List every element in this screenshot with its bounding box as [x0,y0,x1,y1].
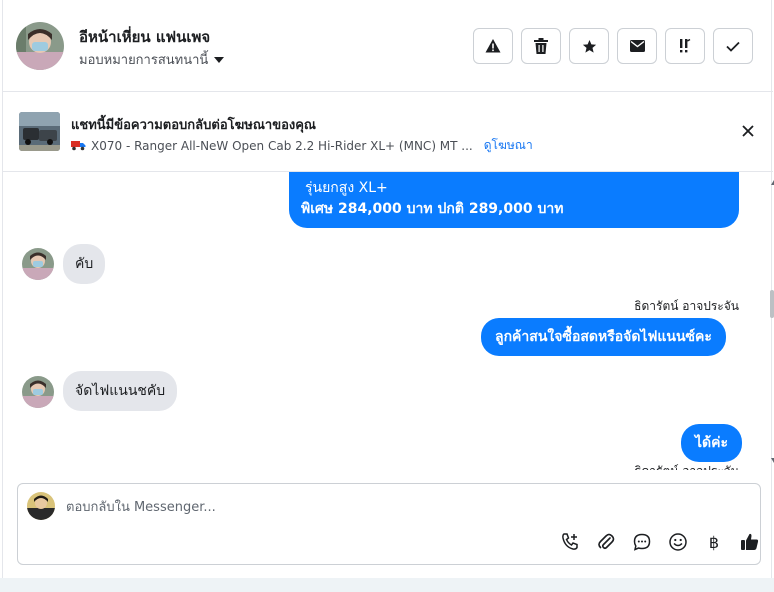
check-icon [726,41,740,52]
reply-input[interactable] [66,496,706,518]
incoming-message[interactable]: คับ [63,244,106,284]
view-ad-link[interactable]: ดูโฆษณา [484,136,533,155]
ad-name: X070 - Ranger All-NeW Open Cab 2.2 Hi-Ri… [91,138,473,153]
mark-unread-button[interactable] [617,28,657,64]
reply-composer: ฿ [17,483,761,565]
close-banner-button[interactable] [739,122,757,140]
incoming-message[interactable]: จัดไฟแนนชคับ [63,371,178,411]
header-actions [473,28,753,64]
star-icon [582,39,596,53]
sender-name: ธิดารัตน์ อาจประจัน [634,462,739,470]
like-button[interactable] [738,530,762,554]
saved-replies-button[interactable] [630,530,654,554]
trash-icon [534,38,548,54]
thumbs-up-icon [741,533,759,550]
outgoing-message[interactable]: ได้ค่ะ [681,424,743,462]
composer-tools: ฿ [558,530,762,554]
mark-done-button[interactable] [713,28,753,64]
call-button[interactable] [558,530,582,554]
baht-icon: ฿ [708,532,720,552]
assign-label: มอบหมายการสนทนานี้ [79,53,209,68]
emoji-button[interactable] [666,530,690,554]
smiley-icon [669,533,687,551]
attach-button[interactable] [594,530,618,554]
paperclip-icon [598,533,615,550]
sender-name: ธิดารัตน์ อาจประจัน [634,299,739,313]
warning-icon [485,39,501,53]
ad-info-row: X070 - Ranger All-NeW Open Cab 2.2 Hi-Ri… [71,136,533,155]
contact-avatar-small [22,376,54,408]
chat-bubble-icon [633,533,651,551]
report-button[interactable] [473,28,513,64]
close-icon [742,125,754,137]
ad-banner-title: แชทนี้มีข้อความตอบกลับต่อโฆษณาของคุณ [71,118,316,133]
outgoing-message[interactable]: รุ่นยกสูง XL+ พิเศษ 284,000 บาท ปกติ 289… [289,172,739,228]
contact-name[interactable]: อีหน้าเหี่ยน แฟนเพจ [79,25,210,49]
message-line: พิเศษ 284,000 บาท ปกติ 289,000 บาท [301,201,564,217]
delete-button[interactable] [521,28,561,64]
phone-plus-icon [562,533,578,550]
truck-icon [71,141,86,151]
envelope-icon [629,40,645,52]
ad-thumbnail[interactable] [19,112,60,151]
contact-avatar-small [22,248,54,280]
conversation-header: อีหน้าเหี่ยน แฟนเพจ มอบหมายการสนทนานี้ [3,0,773,92]
contact-avatar[interactable] [16,22,64,70]
follow-up-button[interactable] [665,28,705,64]
message-line: รุ่นยกสูง XL+ [305,180,388,196]
conversation-scrollbar[interactable] [770,290,774,318]
page-avatar [27,492,55,520]
outgoing-message[interactable]: ลูกค้าสนใจซื้อสดหรือจัดไฟแนนซ์คะ [481,318,726,356]
ad-reply-banner: แชทนี้มีข้อความตอบกลับต่อโฆษณาของคุณ X07… [3,92,773,172]
payment-button[interactable]: ฿ [702,530,726,554]
star-button[interactable] [569,28,609,64]
conversation-panel: อีหน้าเหี่ยน แฟนเพจ มอบหมายการสนทนานี้ แ… [2,0,774,578]
assign-conversation-dropdown[interactable]: มอบหมายการสนทนานี้ [79,49,225,70]
message-thread[interactable]: รุ่นยกสูง XL+ พิเศษ 284,000 บาท ปกติ 289… [3,172,773,470]
follow-up-icon [680,38,691,53]
caret-down-icon [214,57,225,63]
page-background [0,578,774,592]
